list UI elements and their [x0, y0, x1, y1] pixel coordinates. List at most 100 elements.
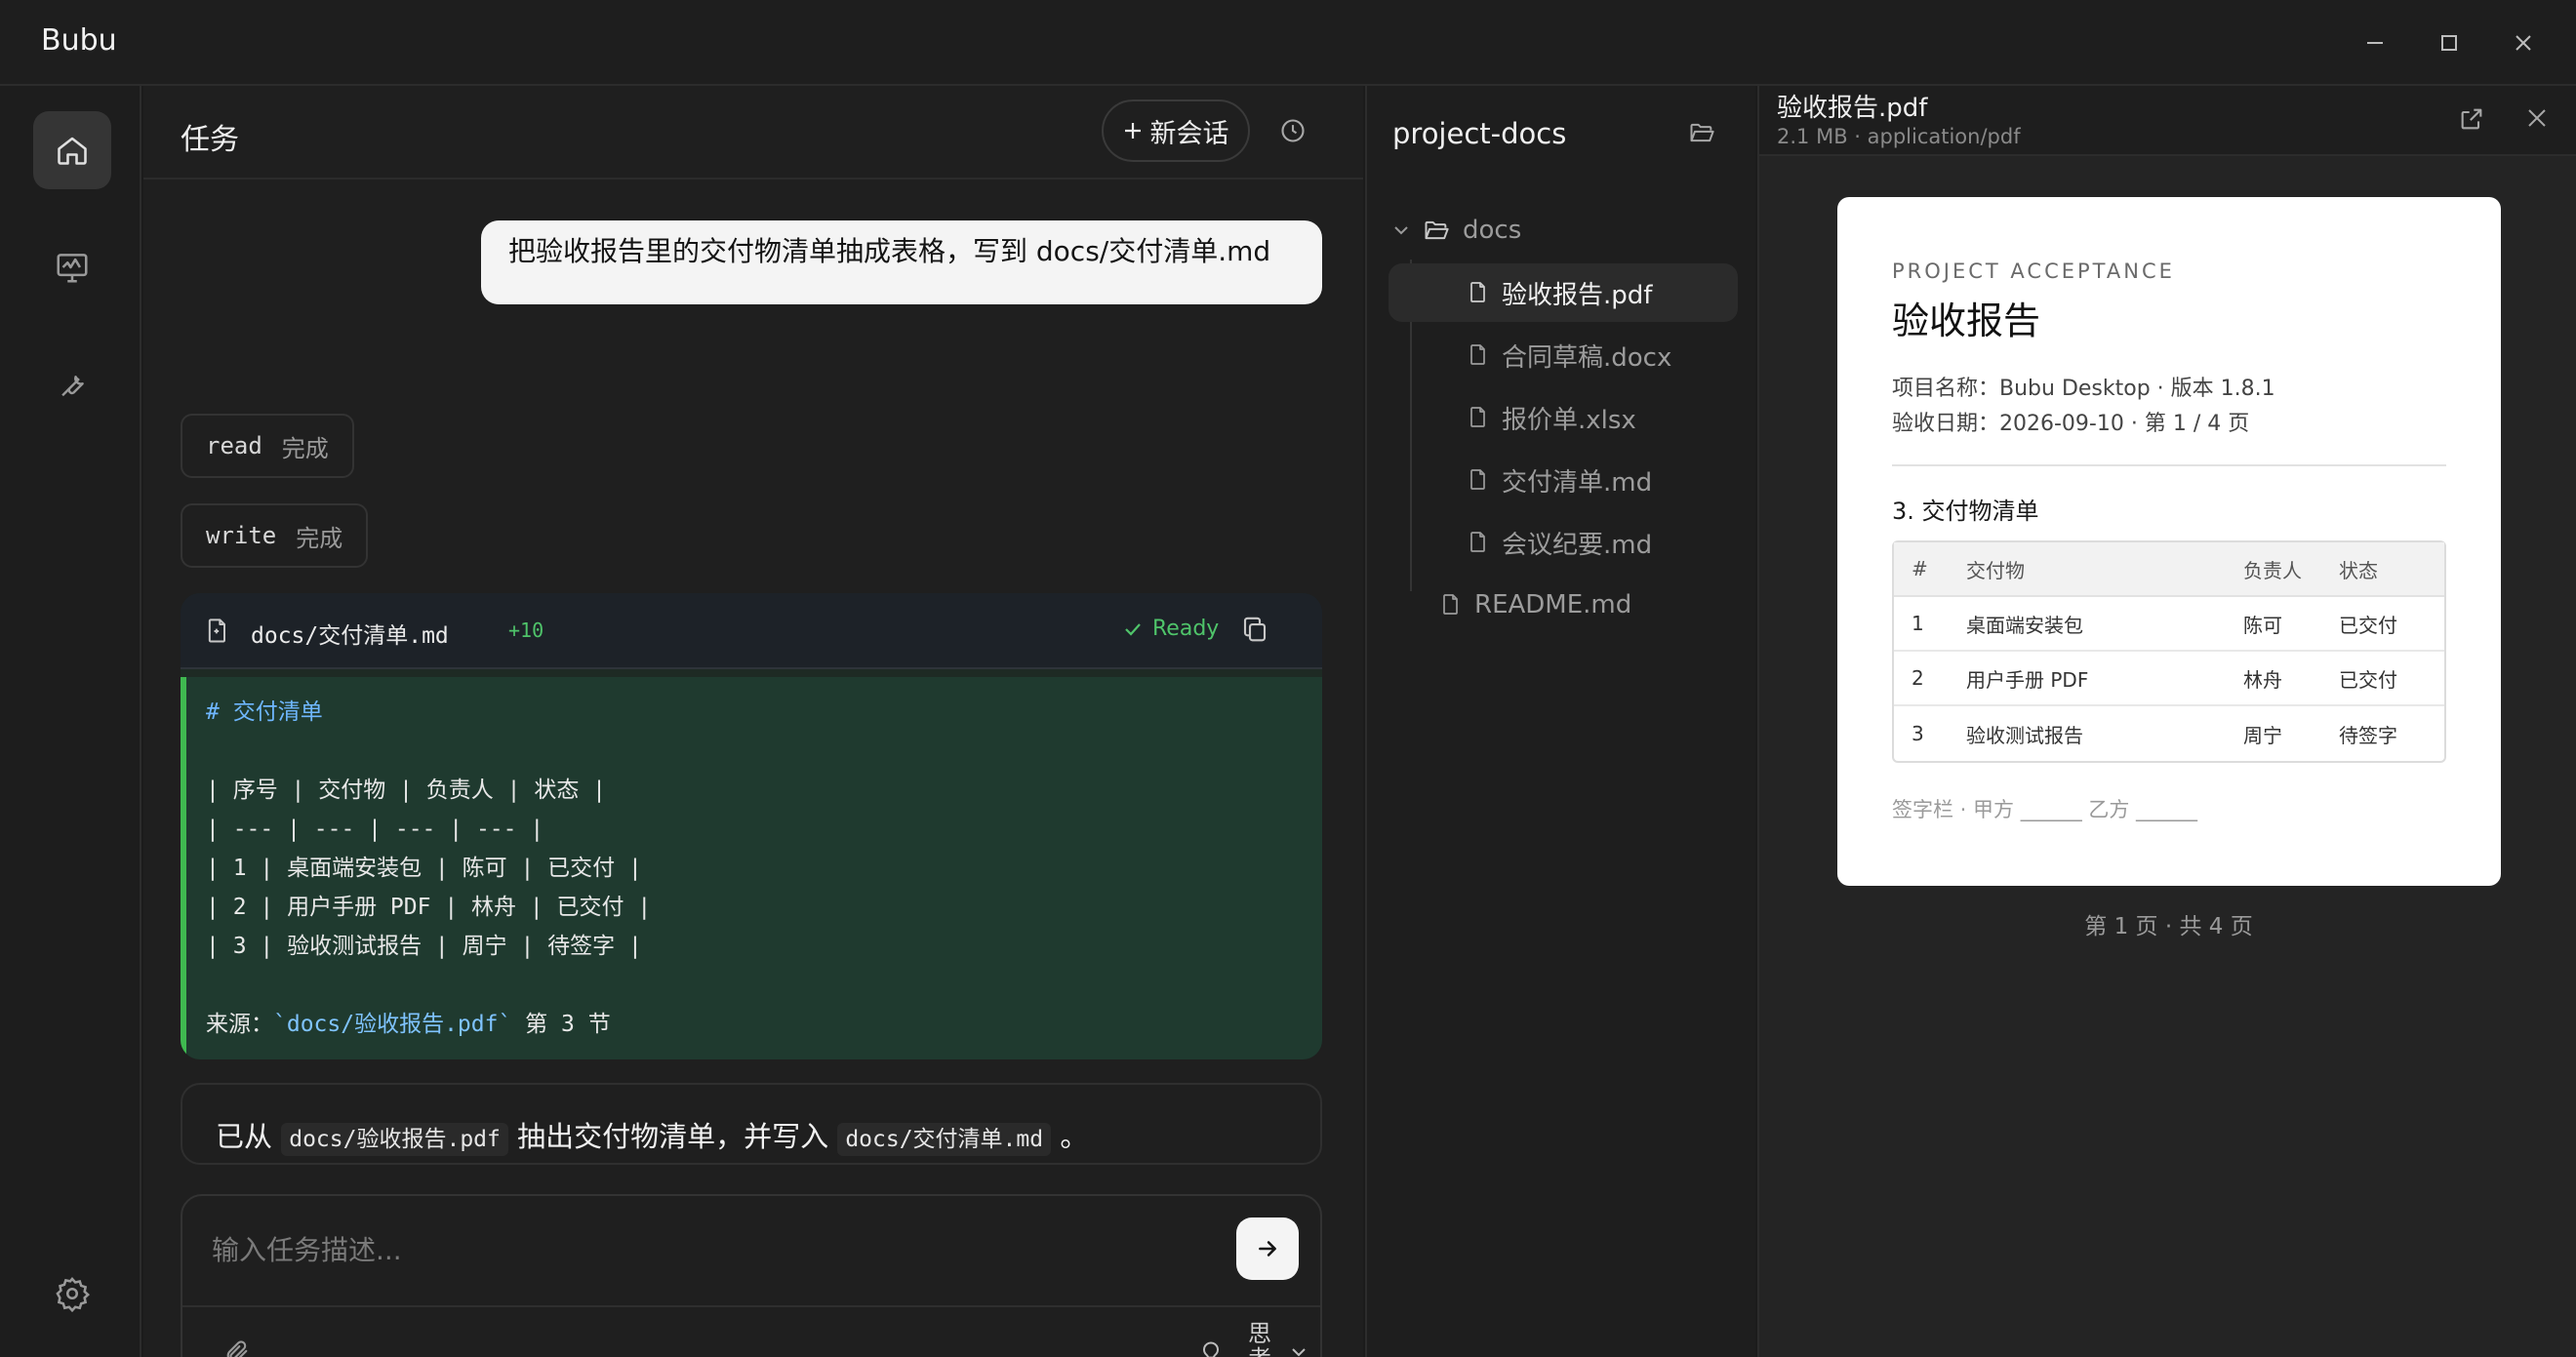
tool-call-chip[interactable]: write 完成 — [181, 503, 369, 568]
nav-settings[interactable] — [33, 1255, 111, 1333]
preview-panel: 验收报告.pdf 2.1 MB · application/pdf PROJEC… — [1757, 86, 2576, 1357]
file-diff-icon — [204, 617, 231, 646]
folder-label: docs — [1463, 216, 1522, 245]
nav-home[interactable] — [33, 111, 111, 189]
minimize-button[interactable] — [2355, 23, 2395, 62]
table-cell: 2 — [1894, 652, 1966, 706]
idea-button[interactable] — [1197, 1338, 1225, 1357]
external-link-icon — [2458, 105, 2485, 133]
file-icon — [1467, 466, 1490, 494]
reply-suffix: 。 — [1060, 1120, 1089, 1153]
diff-card: docs/交付清单.md +10 Ready # 交付清单 | 序号 | 交付物… — [181, 593, 1322, 1059]
preview-header: 验收报告.pdf 2.1 MB · application/pdf — [1759, 86, 2576, 156]
reply-target-path: docs/交付清单.md — [837, 1123, 1052, 1156]
source-path: `docs/验收报告.pdf` — [273, 1012, 512, 1037]
table-cell: 已交付 — [2339, 652, 2444, 706]
close-preview-button[interactable] — [2526, 107, 2548, 129]
new-chat-button[interactable]: 新会话 — [1102, 100, 1250, 162]
pdf-page: PROJECT ACCEPTANCE 验收报告 项目名称：Bubu Deskto… — [1837, 197, 2501, 886]
project-line: 项目名称：Bubu Desktop · 版本 1.8.1 — [1892, 377, 2275, 401]
tool-call-chip[interactable]: read 完成 — [181, 414, 354, 478]
chevron-down-icon — [1289, 1342, 1308, 1357]
copy-button[interactable] — [1240, 615, 1269, 644]
think-mode-dropdown[interactable] — [1289, 1342, 1308, 1357]
table-row: 1 桌面端安装包 陈可 已交付 — [1894, 597, 2444, 652]
tree-file[interactable]: README.md — [1389, 576, 1738, 634]
table-cell: 周宁 — [2243, 723, 2282, 747]
task-panel: 任务 新会话 把验收报告里的交付物清单抽成表格，写到 docs/交付清单.md … — [143, 86, 1363, 1357]
file-tree-panel: project-docs docs 验收报告.pdf 合同草稿.docx 报价单… — [1365, 86, 1755, 1357]
tree-folder-docs[interactable]: docs — [1392, 201, 1724, 259]
table-row: 3 验收测试报告 周宁 待签字 — [1894, 706, 2444, 761]
tool-name: write — [206, 522, 277, 549]
table-header-row: # 交付物 负责人 状态 — [1894, 542, 2444, 597]
diff-line: | --- | --- | --- | --- | — [206, 817, 544, 842]
tree-file[interactable]: 合同草稿.docx — [1389, 326, 1738, 384]
diff-header: docs/交付清单.md +10 Ready — [181, 593, 1322, 669]
history-button[interactable] — [1273, 111, 1312, 150]
page-kicker: PROJECT ACCEPTANCE — [1892, 259, 2175, 283]
diff-line-count: +10 — [508, 619, 544, 642]
page-heading: 验收报告 — [1892, 299, 2041, 342]
think-mode-label[interactable]: 思考 — [1248, 1321, 1275, 1357]
diff-line: # 交付清单 — [206, 699, 323, 725]
tool-status: 完成 — [281, 434, 329, 462]
table-cell: 已交付 — [2339, 597, 2444, 652]
tree-file[interactable]: 会议纪要.md — [1389, 513, 1738, 572]
file-icon — [1467, 279, 1490, 306]
folder-open-icon — [1687, 119, 1716, 146]
diff-line — [206, 966, 1322, 1005]
preview-file-meta: 2.1 MB · application/pdf — [1777, 125, 2021, 148]
maximize-button[interactable] — [2430, 23, 2469, 62]
arrow-right-icon — [1255, 1236, 1280, 1261]
task-header: 任务 新会话 — [143, 86, 1363, 180]
copy-icon — [1240, 615, 1269, 644]
new-chat-label: 新会话 — [1149, 118, 1229, 149]
file-label: 合同草稿.docx — [1502, 342, 1672, 373]
check-icon — [1123, 619, 1143, 639]
table-row: 2 用户手册 PDF 林舟 已交付 — [1894, 652, 2444, 706]
tree-file[interactable]: 验收报告.pdf — [1389, 263, 1738, 322]
file-label: 会议纪要.md — [1502, 530, 1653, 560]
nav-rail — [0, 86, 141, 1357]
project-name: project-docs — [1392, 117, 1567, 150]
send-button[interactable] — [1236, 1217, 1299, 1280]
tree-file[interactable]: 交付清单.md — [1389, 451, 1738, 509]
open-folder-button[interactable] — [1687, 119, 1716, 146]
page-title: 任务 — [181, 123, 239, 157]
diff-line: | 序号 | 交付物 | 负责人 | 状态 | — [206, 778, 607, 803]
nav-tools[interactable] — [33, 345, 111, 423]
paperclip-icon — [223, 1338, 251, 1357]
task-input[interactable] — [212, 1196, 1187, 1303]
column-header: 负责人 — [2243, 542, 2339, 597]
signature-line: 签字栏 · 甲方 ______ 乙方 ______ — [1892, 798, 2198, 821]
tool-name: read — [206, 432, 262, 459]
deliverables-table: # 交付物 负责人 状态 1 桌面端安装包 陈可 已交付 2 用户手册 PDF … — [1892, 540, 2446, 763]
gear-icon — [54, 1275, 91, 1312]
open-external-button[interactable] — [2458, 105, 2485, 133]
column-header: 状态 — [2339, 542, 2444, 597]
file-label: 报价单.xlsx — [1502, 405, 1636, 435]
folder-icon — [1422, 217, 1451, 244]
file-label: README.md — [1474, 590, 1632, 619]
column-header: 交付物 — [1966, 542, 2243, 597]
table-cell: 1 — [1894, 597, 1966, 652]
file-label: 交付清单.md — [1502, 467, 1653, 498]
assistant-reply: 已从 docs/验收报告.pdf 抽出交付物清单，并写入 docs/交付清单.m… — [181, 1083, 1322, 1165]
diff-status: Ready — [1123, 617, 1219, 641]
diff-line — [206, 732, 1322, 771]
composer: 思考 — [181, 1194, 1322, 1357]
table-cell: 陈可 — [2243, 597, 2339, 652]
tree-file[interactable]: 报价单.xlsx — [1389, 388, 1738, 447]
monitor-icon — [54, 249, 91, 286]
page-indicator: 第 1 页 · 共 4 页 — [2084, 914, 2253, 939]
table-cell: 3 — [1912, 722, 1924, 745]
chevron-down-icon — [1392, 221, 1410, 239]
table-cell: 待签字 — [2339, 723, 2397, 747]
attach-button[interactable] — [223, 1338, 251, 1357]
diff-file-path: docs/交付清单.md — [251, 623, 449, 649]
file-icon — [1467, 529, 1490, 556]
table-cell: 用户手册 PDF — [1966, 652, 2243, 706]
close-window-button[interactable] — [2504, 23, 2543, 62]
nav-monitor[interactable] — [33, 228, 111, 306]
